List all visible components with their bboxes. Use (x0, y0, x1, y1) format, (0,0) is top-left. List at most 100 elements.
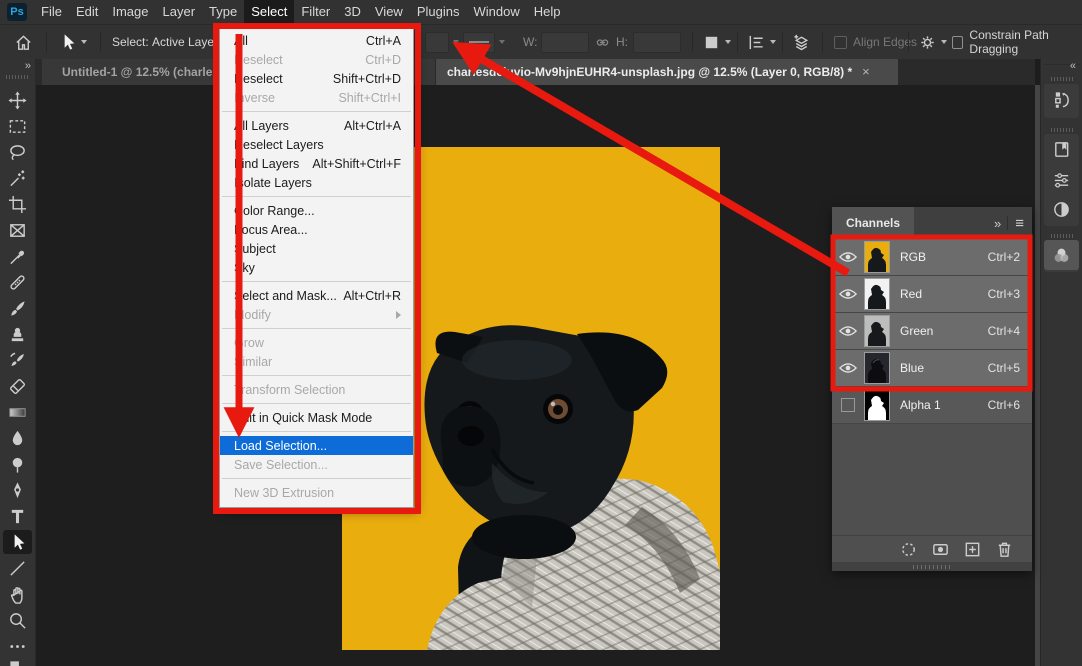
menu-help[interactable]: Help (527, 0, 568, 24)
foreground-background-colors[interactable] (3, 656, 32, 666)
visibility-checkbox[interactable] (832, 398, 864, 412)
tool-frame[interactable] (3, 218, 32, 242)
properties-panel-icon[interactable] (1044, 164, 1079, 194)
menu-item-subject[interactable]: Subject (220, 239, 413, 258)
tool-line[interactable] (3, 556, 32, 580)
constrain-path-dragging-checkbox[interactable]: Constrain Path Dragging (952, 25, 1082, 59)
tool-eraser[interactable] (3, 374, 32, 398)
tool-gradient[interactable] (3, 400, 32, 424)
menu-3d[interactable]: 3D (337, 0, 368, 24)
menu-window[interactable]: Window (466, 0, 526, 24)
tool-hand[interactable] (3, 582, 32, 606)
tool-more-tools[interactable] (3, 634, 32, 658)
tool-pen[interactable] (3, 478, 32, 502)
menu-item-select-and-mask[interactable]: Select and Mask...Alt+Ctrl+R (220, 286, 413, 305)
channel-thumbnail-green[interactable] (864, 315, 890, 347)
tool-history-brush[interactable] (3, 348, 32, 372)
menu-view[interactable]: View (368, 0, 410, 24)
save-selection-as-channel-icon[interactable] (931, 540, 950, 559)
tool-lasso[interactable] (3, 140, 32, 164)
channel-row-red[interactable]: Red Ctrl+3 (832, 276, 1032, 313)
channel-row-alpha[interactable]: Alpha 1 Ctrl+6 (832, 387, 1032, 424)
dock-grip[interactable] (1051, 77, 1073, 81)
tool-eyedropper[interactable] (3, 244, 32, 268)
tool-zoom[interactable] (3, 608, 32, 632)
channel-row-rgb[interactable]: RGB Ctrl+2 (832, 239, 1032, 276)
dock-collapse-icon[interactable]: « (1070, 60, 1075, 72)
app-logo[interactable]: Ps (7, 3, 27, 21)
menu-item-color-range[interactable]: Color Range... (220, 201, 413, 220)
tool-object-selection[interactable] (3, 166, 32, 190)
menu-item-deselect-layers[interactable]: Deselect Layers (220, 135, 413, 154)
menu-plugins[interactable]: Plugins (410, 0, 467, 24)
visibility-eye-icon[interactable] (832, 288, 864, 300)
toolbar-grip[interactable] (6, 75, 28, 79)
panel-expand-icon[interactable]: » (994, 216, 1000, 231)
channel-thumbnail-alpha[interactable] (864, 389, 890, 421)
tool-clone-stamp[interactable] (3, 322, 32, 346)
toolbar-expand-icon[interactable]: » (25, 60, 30, 72)
libraries-panel-icon[interactable] (1044, 134, 1079, 164)
tool-rectangular-marquee[interactable] (3, 114, 32, 138)
tool-path-selection[interactable] (3, 530, 32, 554)
channel-row-green[interactable]: Green Ctrl+4 (832, 313, 1032, 350)
menu-item-reselect[interactable]: ReselectShift+Ctrl+D (220, 69, 413, 88)
dock-grip-2[interactable] (1051, 128, 1073, 132)
tool-brush[interactable] (3, 296, 32, 320)
dock-grip-3[interactable] (1051, 234, 1073, 238)
delete-channel-icon[interactable] (995, 540, 1014, 559)
menu-layer[interactable]: Layer (156, 0, 203, 24)
tool-crop[interactable] (3, 192, 32, 216)
channel-thumbnail-red[interactable] (864, 278, 890, 310)
width-input[interactable] (541, 25, 589, 59)
tool-preset-icon[interactable] (58, 25, 87, 59)
channel-name: Blue (900, 361, 924, 375)
shape-mode-dropdown[interactable] (425, 25, 459, 59)
menu-item-all-layers[interactable]: All LayersAlt+Ctrl+A (220, 116, 413, 135)
channels-tab[interactable]: Channels (832, 207, 914, 239)
panel-menu-icon[interactable]: ≡ (1015, 215, 1024, 232)
tool-type[interactable] (3, 504, 32, 528)
menu-item-sky[interactable]: Sky (220, 258, 413, 277)
menu-filter[interactable]: Filter (294, 0, 337, 24)
path-operations-icon[interactable] (702, 25, 731, 59)
path-alignment-icon[interactable] (747, 25, 776, 59)
menubar: Ps File Edit Image Layer Type Select Fil… (0, 0, 1082, 24)
tab-active-document[interactable]: charlesdeluvio-Mv9hjnEUHR4-unsplash.jpg … (436, 58, 898, 85)
adjustments-panel-icon[interactable] (1044, 194, 1079, 224)
tool-spot-healing[interactable] (3, 270, 32, 294)
menu-item-all[interactable]: AllCtrl+A (220, 31, 413, 50)
home-icon[interactable] (14, 25, 33, 59)
menu-image[interactable]: Image (105, 0, 155, 24)
channel-thumbnail-blue[interactable] (864, 352, 890, 384)
link-dimensions-icon[interactable] (594, 25, 611, 59)
channel-thumbnail-rgb[interactable] (864, 241, 890, 273)
load-channel-selection-icon[interactable] (899, 540, 918, 559)
channel-row-blue[interactable]: Blue Ctrl+5 (832, 350, 1032, 387)
visibility-eye-icon[interactable] (832, 362, 864, 374)
menu-item-find-layers[interactable]: Find LayersAlt+Shift+Ctrl+F (220, 154, 413, 173)
menu-item-isolate-layers[interactable]: Isolate Layers (220, 173, 413, 192)
align-edges-checkbox[interactable]: Align Edges (834, 25, 917, 59)
tab-active-close-icon[interactable]: × (862, 64, 870, 79)
menu-file[interactable]: File (34, 0, 69, 24)
channels-panel-icon[interactable] (1044, 240, 1079, 270)
tool-blur[interactable] (3, 426, 32, 450)
new-channel-icon[interactable] (963, 540, 982, 559)
height-input[interactable] (633, 25, 681, 59)
menu-edit[interactable]: Edit (69, 0, 105, 24)
menu-item-edit-in-quick-mask-mode[interactable]: Edit in Quick Mask Mode (220, 408, 413, 427)
panel-resize-grip[interactable] (832, 562, 1032, 571)
history-panel-icon[interactable] (1044, 84, 1079, 114)
menu-item-focus-area[interactable]: Focus Area... (220, 220, 413, 239)
visibility-eye-icon[interactable] (832, 325, 864, 337)
menu-item-load-selection[interactable]: Load Selection... (220, 436, 413, 455)
tool-dodge[interactable] (3, 452, 32, 476)
visibility-eye-icon[interactable] (832, 251, 864, 263)
menu-type[interactable]: Type (202, 0, 244, 24)
gear-icon[interactable] (918, 25, 947, 59)
tool-move[interactable] (3, 88, 32, 112)
path-arrangement-icon[interactable] (792, 25, 811, 59)
menu-select[interactable]: Select (244, 0, 294, 24)
stroke-style-dropdown[interactable] (463, 25, 505, 59)
